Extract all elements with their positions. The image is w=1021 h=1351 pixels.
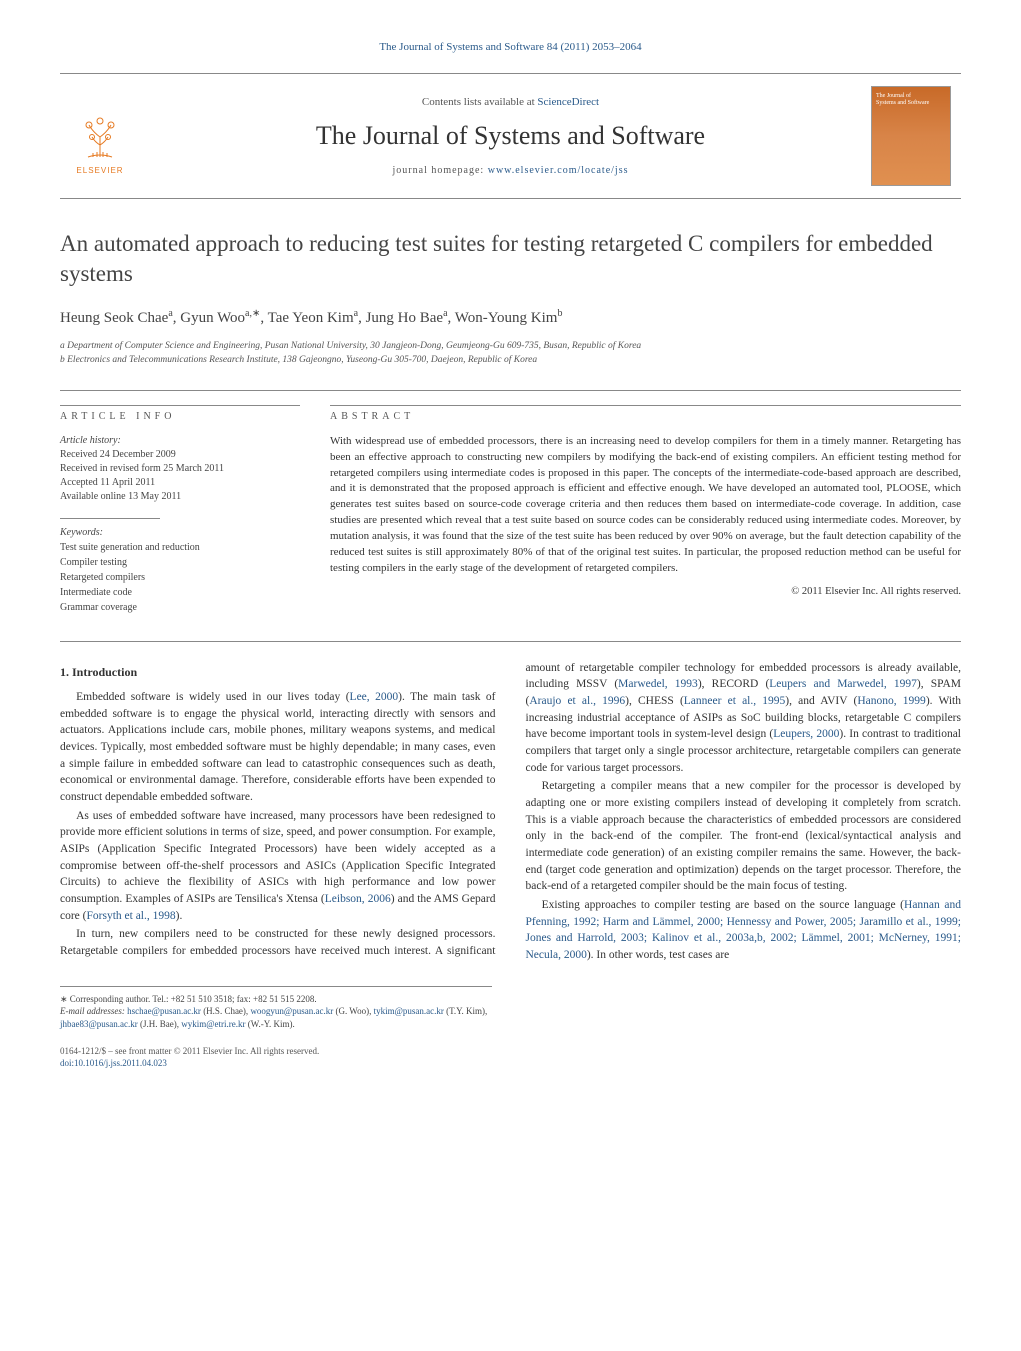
abstract-column: ABSTRACT With widespread use of embedded… — [330, 405, 961, 615]
keyword: Retargeted compilers — [60, 570, 300, 585]
abstract-label: ABSTRACT — [330, 410, 961, 424]
journal-cover-thumbnail — [871, 86, 951, 186]
body-paragraph: Embedded software is widely used in our … — [60, 689, 496, 806]
keyword: Grammar coverage — [60, 600, 300, 615]
body-paragraph: Retargeting a compiler means that a new … — [526, 778, 962, 895]
keyword: Compiler testing — [60, 555, 300, 570]
keyword: Intermediate code — [60, 585, 300, 600]
history-online: Available online 13 May 2011 — [60, 490, 300, 504]
affiliation-a: a Department of Computer Science and Eng… — [60, 339, 961, 353]
keywords-label: Keywords: — [60, 525, 300, 540]
elsevier-tree-icon — [73, 107, 127, 161]
section-heading-introduction: 1. Introduction — [60, 664, 496, 681]
affiliations: a Department of Computer Science and Eng… — [60, 339, 961, 368]
article-info-label: ARTICLE INFO — [60, 410, 300, 424]
sciencedirect-link[interactable]: ScienceDirect — [537, 96, 599, 108]
body-paragraph: As uses of embedded software have increa… — [60, 808, 496, 925]
doi-link[interactable]: doi:10.1016/j.jss.2011.04.023 — [60, 1058, 167, 1068]
running-header: The Journal of Systems and Software 84 (… — [60, 40, 961, 55]
publisher-label: ELSEVIER — [76, 165, 123, 176]
publisher-logo: ELSEVIER — [60, 96, 140, 176]
journal-homepage-link[interactable]: www.elsevier.com/locate/jss — [488, 165, 629, 176]
article-title: An automated approach to reducing test s… — [60, 229, 961, 289]
abstract-text: With widespread use of embedded processo… — [330, 434, 961, 577]
history-revised: Received in revised form 25 March 2011 — [60, 462, 300, 476]
issn-line: 0164-1212/$ – see front matter © 2011 El… — [60, 1045, 961, 1058]
contents-available-line: Contents lists available at ScienceDirec… — [162, 95, 859, 110]
bottom-metadata: 0164-1212/$ – see front matter © 2011 El… — [60, 1045, 961, 1070]
article-info-column: ARTICLE INFO Article history: Received 2… — [60, 405, 300, 615]
journal-homepage-line: journal homepage: www.elsevier.com/locat… — [162, 164, 859, 178]
history-received: Received 24 December 2009 — [60, 448, 300, 462]
history-accepted: Accepted 11 April 2011 — [60, 476, 300, 490]
journal-masthead: ELSEVIER Contents lists available at Sci… — [60, 73, 961, 199]
journal-title: The Journal of Systems and Software — [162, 118, 859, 154]
email-addresses: E-mail addresses: hschae@pusan.ac.kr (H.… — [60, 1005, 492, 1030]
keyword: Test suite generation and reduction — [60, 540, 300, 555]
body-paragraph: Existing approaches to compiler testing … — [526, 897, 962, 964]
affiliation-b: b Electronics and Telecommunications Res… — [60, 353, 961, 367]
article-body: 1. Introduction Embedded software is wid… — [60, 641, 961, 964]
history-label: Article history: — [60, 434, 300, 448]
author-list: Heung Seok Chaea, Gyun Wooa,∗, Tae Yeon … — [60, 307, 961, 329]
footnotes: ∗ Corresponding author. Tel.: +82 51 510… — [60, 986, 492, 1031]
corresponding-author-note: ∗ Corresponding author. Tel.: +82 51 510… — [60, 993, 492, 1006]
abstract-copyright: © 2011 Elsevier Inc. All rights reserved… — [330, 585, 961, 600]
